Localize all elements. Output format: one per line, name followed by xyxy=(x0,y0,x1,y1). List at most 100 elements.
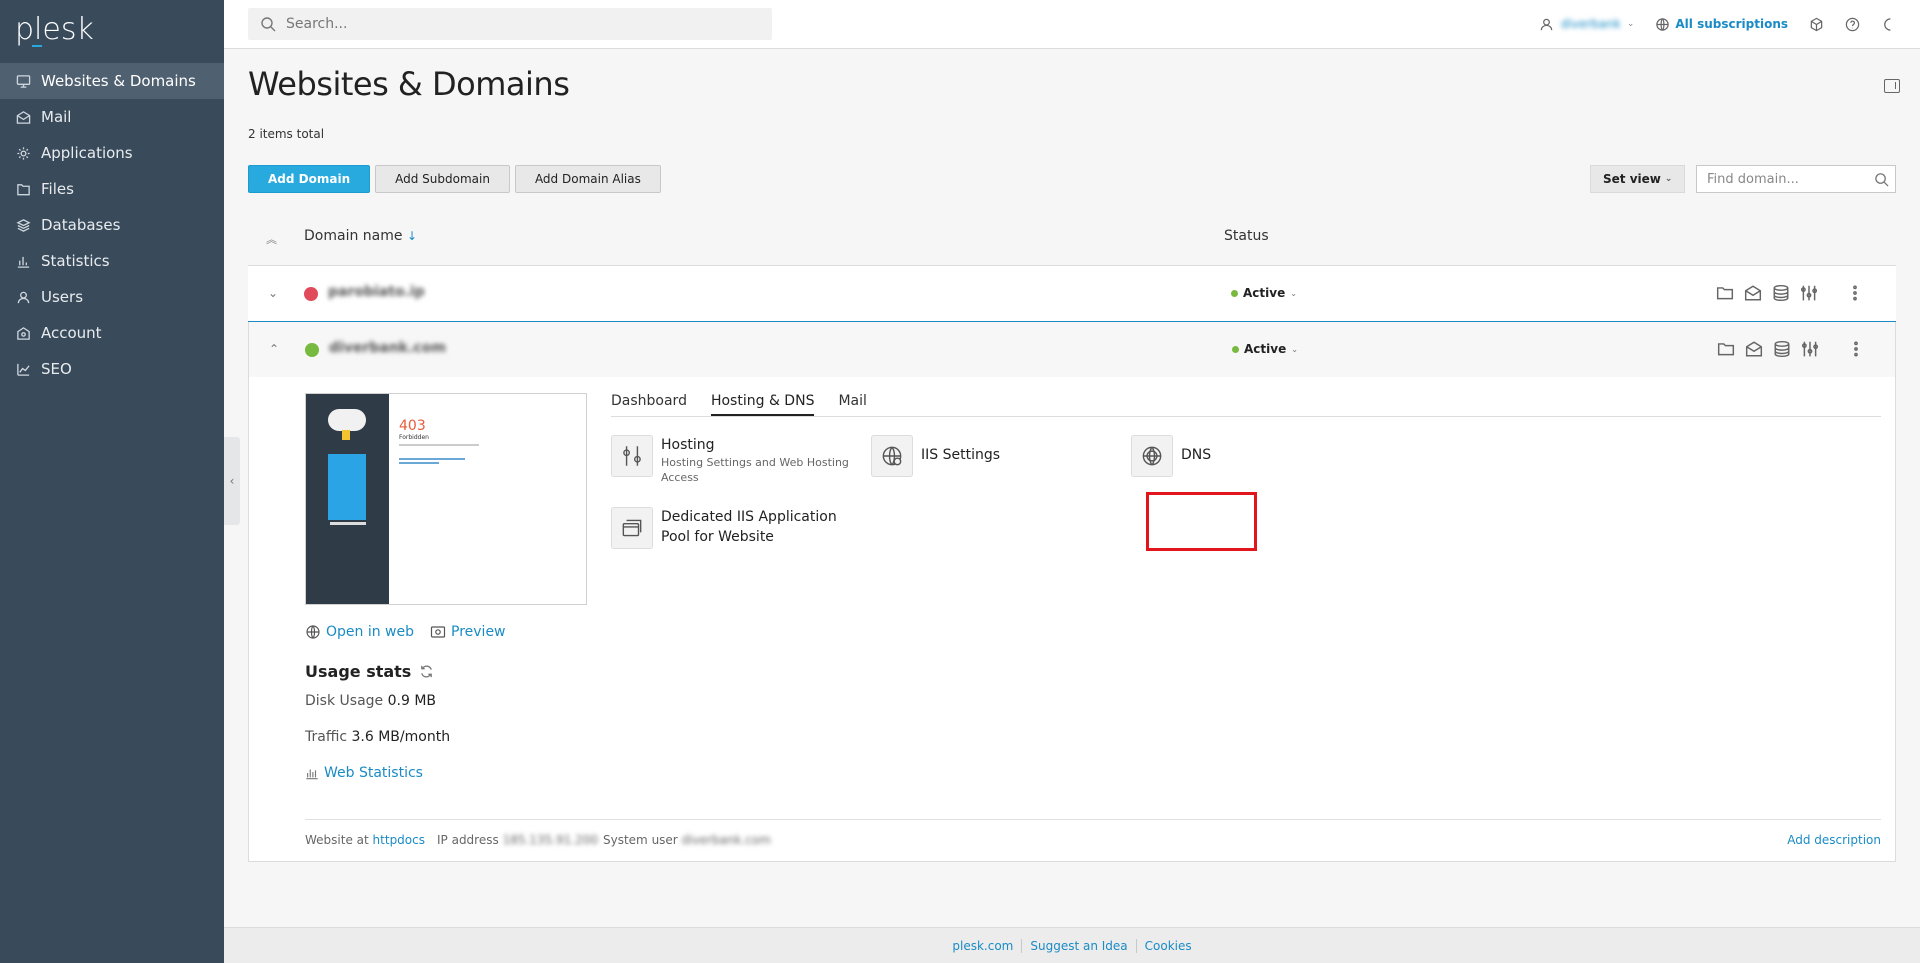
add-subdomain-button[interactable]: Add Subdomain xyxy=(375,165,510,193)
mail-icon[interactable] xyxy=(1744,284,1762,302)
cookies-link[interactable]: Cookies xyxy=(1137,939,1200,953)
search-icon[interactable] xyxy=(1874,172,1889,187)
more-icon[interactable] xyxy=(1846,284,1864,302)
refresh-icon[interactable] xyxy=(419,664,434,679)
sidebar-item-statistics[interactable]: Statistics xyxy=(0,243,224,279)
add-domain-button[interactable]: Add Domain xyxy=(248,165,371,193)
sidebar-item-websites-domains[interactable]: Websites & Domains xyxy=(0,63,224,99)
sidebar-item-users[interactable]: Users xyxy=(0,279,224,315)
sidebar-item-account[interactable]: Account xyxy=(0,315,224,351)
domain-link[interactable]: parobiato.ip xyxy=(328,284,425,300)
page-footer: plesk.com Suggest an Idea Cookies xyxy=(224,927,1920,963)
column-status: Status xyxy=(1224,228,1269,244)
suggest-idea-link[interactable]: Suggest an Idea xyxy=(1022,938,1137,953)
tab-mail[interactable]: Mail xyxy=(838,393,866,416)
column-domain-label: Domain name xyxy=(304,228,403,244)
help-icon[interactable] xyxy=(1844,16,1860,32)
top-bar: diverbank ⌄ All subscriptions xyxy=(224,0,1920,49)
sidebar-item-label: Mail xyxy=(41,108,72,126)
traffic-value: 3.6 MB/month xyxy=(351,729,451,745)
more-icon[interactable] xyxy=(1847,340,1865,358)
sliders-icon xyxy=(611,435,653,477)
search-icon xyxy=(261,17,276,32)
gear-icon xyxy=(14,144,32,162)
plesk-logo[interactable]: plesk xyxy=(15,12,94,47)
website-screenshot[interactable]: 403 Forbidden xyxy=(305,393,587,605)
table-row: ⌄ parobiato.ip Active ⌄ xyxy=(248,266,1896,322)
system-user-label: System user xyxy=(603,833,678,847)
domain-tabs: Dashboard Hosting & DNS Mail xyxy=(611,393,1881,417)
chevron-up-icon[interactable]: ⌃ xyxy=(269,342,279,356)
extensions-icon[interactable] xyxy=(1808,16,1824,32)
usage-stats-heading: Usage stats xyxy=(305,662,434,681)
folder-icon[interactable] xyxy=(1717,340,1735,358)
status-badge[interactable]: Active ⌄ xyxy=(1231,286,1297,300)
sidebar-item-label: Websites & Domains xyxy=(41,72,196,90)
files-icon xyxy=(14,180,32,198)
panel-toggle-icon[interactable] xyxy=(1884,79,1900,93)
windows-icon xyxy=(611,507,653,549)
chevron-down-icon[interactable]: ⌄ xyxy=(268,286,278,300)
domain-link[interactable]: diverbank.com xyxy=(329,340,446,356)
logo-accent xyxy=(32,45,42,47)
app-pool-tool[interactable]: Dedicated IIS Application Pool for Websi… xyxy=(611,507,841,549)
iis-settings-title: IIS Settings xyxy=(921,447,1001,463)
httpdocs-link[interactable]: httpdocs xyxy=(373,833,425,847)
folder-icon[interactable] xyxy=(1716,284,1734,302)
tab-dashboard[interactable]: Dashboard xyxy=(611,393,687,416)
find-domain-input[interactable] xyxy=(1705,170,1865,188)
add-domain-alias-button[interactable]: Add Domain Alias xyxy=(514,165,661,193)
set-view-label: Set view xyxy=(1603,172,1661,186)
sidebar-item-databases[interactable]: Databases xyxy=(0,207,224,243)
plesk-com-link[interactable]: plesk.com xyxy=(944,938,1023,953)
account-icon xyxy=(14,324,32,342)
sidebar-item-mail[interactable]: Mail xyxy=(0,99,224,135)
table-row-expanded: ⌃ diverbank.com Active ⌄ 403 Forbidden O… xyxy=(248,322,1896,862)
dns-globe-icon xyxy=(1131,435,1173,477)
iis-settings-tool[interactable]: IIS Settings xyxy=(871,435,1000,477)
hosting-tool[interactable]: Hosting Hosting Settings and Web Hosting… xyxy=(611,435,861,485)
database-icon[interactable] xyxy=(1773,340,1791,358)
sliders-icon[interactable] xyxy=(1801,340,1819,358)
status-dot xyxy=(1231,289,1238,297)
column-domain-name[interactable]: Domain name ↓ xyxy=(304,228,417,244)
sliders-icon[interactable] xyxy=(1800,284,1818,302)
app-pool-title: Dedicated IIS Application Pool for Websi… xyxy=(661,509,837,545)
dns-highlight-box xyxy=(1146,492,1257,551)
sidebar-item-applications[interactable]: Applications xyxy=(0,135,224,171)
mail-icon xyxy=(14,108,32,126)
collapse-all-icon[interactable]: ︽ xyxy=(266,231,277,247)
thumb-text-line xyxy=(399,444,479,446)
row-actions xyxy=(1717,340,1865,358)
dark-mode-icon[interactable] xyxy=(1880,16,1896,32)
preview-icon xyxy=(430,626,446,638)
thumb-link-line xyxy=(399,462,439,464)
preview-label: Preview xyxy=(451,624,506,640)
hosting-subtitle: Hosting Settings and Web Hosting Access xyxy=(661,456,849,484)
user-menu[interactable]: diverbank ⌄ xyxy=(1539,16,1634,32)
subscriptions-selector[interactable]: All subscriptions xyxy=(1654,16,1788,32)
dns-tool[interactable]: DNS xyxy=(1131,435,1211,477)
open-in-web-link[interactable]: Open in web xyxy=(305,624,414,640)
sidebar-item-seo[interactable]: SEO xyxy=(0,351,224,387)
user-icon xyxy=(1539,16,1555,32)
preview-link[interactable]: Preview xyxy=(430,624,506,640)
tab-hosting-dns[interactable]: Hosting & DNS xyxy=(710,393,815,416)
chevron-down-icon: ⌄ xyxy=(1664,174,1673,184)
sidebar-item-label: Applications xyxy=(41,144,133,162)
bar-chart-icon xyxy=(14,252,32,270)
mail-icon[interactable] xyxy=(1745,340,1763,358)
hosting-title: Hosting xyxy=(661,437,715,453)
set-view-button[interactable]: Set view ⌄ xyxy=(1590,165,1686,193)
globe-icon xyxy=(1654,16,1670,32)
ip-address: IP address 185.135.91.200 xyxy=(437,833,598,847)
database-icon[interactable] xyxy=(1772,284,1790,302)
server-icon xyxy=(328,454,366,520)
global-search xyxy=(248,8,772,40)
add-description-link[interactable]: Add description xyxy=(1787,833,1881,847)
search-input[interactable] xyxy=(284,15,764,33)
sidebar-item-files[interactable]: Files xyxy=(0,171,224,207)
status-badge[interactable]: Active ⌄ xyxy=(1232,342,1298,356)
web-statistics-link[interactable]: Web Statistics xyxy=(305,765,423,781)
dns-text: DNS xyxy=(1181,435,1211,465)
